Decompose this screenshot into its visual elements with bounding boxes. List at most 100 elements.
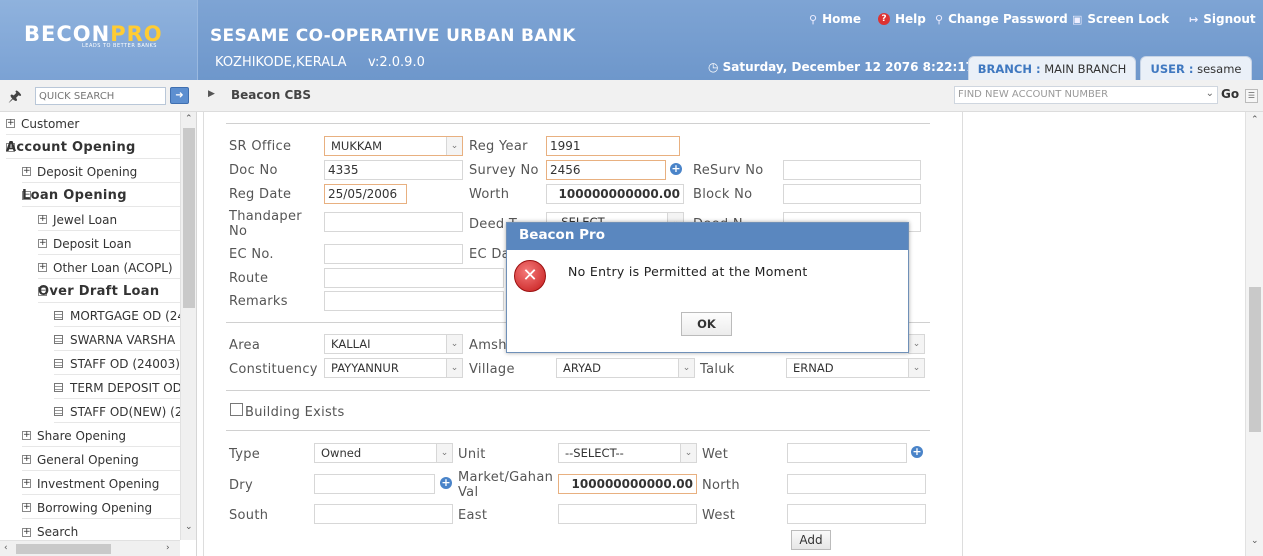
user-tab[interactable]: USER : sesame — [1140, 56, 1252, 80]
expand-icon[interactable]: + — [22, 527, 31, 537]
expand-icon[interactable]: + — [22, 503, 31, 512]
dry-input[interactable] — [314, 474, 435, 494]
sidebar-item-deposit-loan[interactable]: + Deposit Loan — [38, 233, 180, 255]
remarks-input[interactable] — [324, 291, 504, 311]
sidebar-item-staff-od[interactable]: STAFF OD (24003) — [54, 353, 180, 375]
reg-date-label: Reg Date — [229, 187, 292, 202]
scrollbar-thumb[interactable] — [1249, 287, 1261, 432]
account-search-select[interactable]: FIND NEW ACCOUNT NUMBER ⌄ — [954, 86, 1218, 104]
sidebar-item-loan-opening[interactable]: − Loan Opening — [22, 185, 180, 207]
sidebar-horizontal-scrollbar[interactable]: ‹ › — [0, 540, 180, 556]
sidebar-item-staff-od-new[interactable]: STAFF OD(NEW) (2 — [54, 401, 180, 423]
sidebar-item-term-deposit-od[interactable]: TERM DEPOSIT OD — [54, 377, 180, 399]
sidebar-item-over-draft-loan[interactable]: − Over Draft Loan — [38, 281, 180, 303]
expand-icon[interactable]: + — [22, 431, 31, 440]
ec-date-label: EC Da — [469, 247, 510, 262]
sidebar-item-other-loan[interactable]: + Other Loan (ACOPL) — [38, 257, 180, 279]
scrollbar-thumb[interactable] — [183, 128, 195, 308]
reg-year-input[interactable]: 1991 — [546, 136, 680, 156]
worth-input[interactable]: 100000000000.00 — [546, 184, 684, 204]
dialog-message: No Entry is Permitted at the Moment — [568, 264, 808, 279]
alert-dialog: Beacon Pro ✕ No Entry is Permitted at th… — [506, 222, 909, 353]
screen-lock-link[interactable]: ▣ Screen Lock — [1072, 12, 1169, 26]
scroll-down-icon[interactable]: ⌄ — [1251, 536, 1259, 546]
south-label: South — [229, 508, 269, 523]
sr-office-select[interactable]: MUKKAM ⌄ — [324, 136, 463, 156]
sidebar-item-customer[interactable]: + Customer — [6, 113, 180, 135]
divider — [226, 430, 930, 431]
west-input[interactable] — [787, 504, 926, 524]
expand-icon[interactable]: + — [38, 263, 47, 272]
scroll-down-icon[interactable]: ⌄ — [185, 522, 193, 532]
reg-date-input[interactable]: 25/05/2006 — [324, 184, 407, 204]
resurv-no-label: ReSurv No — [693, 163, 764, 178]
block-no-label: Block No — [693, 187, 753, 202]
survey-no-input[interactable]: 2456 — [546, 160, 666, 180]
survey-no-label: Survey No — [469, 163, 539, 178]
quick-search-button[interactable]: ➜ — [170, 87, 189, 104]
wet-input[interactable] — [787, 443, 907, 463]
constituency-select[interactable]: PAYYANNUR ⌄ — [324, 358, 463, 378]
doc-no-input[interactable]: 4335 — [324, 160, 463, 180]
route-input[interactable] — [324, 268, 504, 288]
area-select[interactable]: KALLAI ⌄ — [324, 334, 463, 354]
sidebar-item-jewel-loan[interactable]: + Jewel Loan — [38, 209, 180, 231]
chevron-down-icon: ⌄ — [908, 359, 924, 377]
resurv-no-input[interactable] — [783, 160, 921, 180]
sidebar-item-deposit-opening[interactable]: + Deposit Opening — [22, 161, 180, 183]
sidebar-item-general-opening[interactable]: + General Opening — [22, 449, 180, 471]
sidebar-item-share-opening[interactable]: + Share Opening — [22, 425, 180, 447]
branch-tab[interactable]: BRANCH : MAIN BRANCH — [968, 56, 1136, 80]
scroll-up-icon[interactable]: ⌃ — [1251, 115, 1259, 125]
divider — [226, 390, 930, 391]
main-vertical-scrollbar[interactable]: ⌃ ⌄ — [1245, 112, 1263, 556]
sidebar-item-borrowing-opening[interactable]: + Borrowing Opening — [22, 497, 180, 519]
wet-label: Wet — [702, 447, 729, 462]
add-dry-icon[interactable]: + — [440, 477, 452, 489]
scrollbar-thumb[interactable] — [16, 544, 111, 554]
north-input[interactable] — [787, 474, 926, 494]
thandaper-no-label: Thandaper No — [229, 209, 302, 239]
doc-no-label: Doc No — [229, 163, 278, 178]
sidebar-vertical-scrollbar[interactable]: ⌃ ⌄ — [180, 112, 196, 540]
expand-icon[interactable]: + — [38, 239, 47, 248]
taluk-select[interactable]: ERNAD ⌄ — [786, 358, 925, 378]
expand-icon[interactable]: + — [22, 167, 31, 176]
help-link[interactable]: ? Help — [878, 12, 926, 26]
type-select[interactable]: Owned ⌄ — [314, 443, 453, 463]
village-select[interactable]: ARYAD ⌄ — [556, 358, 695, 378]
east-label: East — [458, 508, 488, 523]
expand-icon[interactable]: + — [38, 215, 47, 224]
sidebar-item-swarna-varsha[interactable]: SWARNA VARSHA — [54, 329, 180, 351]
change-password-link[interactable]: ⚲ Change Password — [935, 12, 1068, 26]
add-wet-icon[interactable]: + — [911, 446, 923, 458]
sidebar-item-investment-opening[interactable]: + Investment Opening — [22, 473, 180, 495]
south-input[interactable] — [314, 504, 453, 524]
building-exists-checkbox[interactable] — [230, 403, 243, 416]
menu-icon[interactable]: ☰ — [1245, 89, 1258, 103]
go-button[interactable]: Go — [1221, 87, 1239, 101]
scroll-up-icon[interactable]: ⌃ — [185, 114, 193, 124]
market-val-input[interactable]: 100000000000.00 — [558, 474, 697, 494]
amsham-select-edge[interactable]: ⌄ — [908, 334, 925, 354]
scroll-left-icon[interactable]: ‹ — [4, 543, 8, 553]
add-survey-icon[interactable]: + — [670, 163, 682, 175]
expand-icon[interactable]: + — [6, 119, 15, 128]
unit-select[interactable]: --SELECT-- ⌄ — [558, 443, 697, 463]
thandaper-no-input[interactable] — [324, 212, 463, 232]
pin-icon[interactable]: 🖈 — [8, 86, 22, 111]
ok-button[interactable]: OK — [681, 312, 732, 336]
quick-search-input[interactable] — [35, 87, 166, 105]
expand-icon[interactable]: + — [22, 455, 31, 464]
logo: BECONPRO LEADS TO BETTER BANKS — [0, 0, 198, 80]
sidebar-item-mortgage-od[interactable]: MORTGAGE OD (24 — [54, 305, 180, 327]
signout-link[interactable]: ↦ Signout — [1189, 12, 1256, 26]
block-no-input[interactable] — [783, 184, 921, 204]
ec-no-input[interactable] — [324, 244, 463, 264]
expand-icon[interactable]: + — [22, 479, 31, 488]
scroll-right-icon[interactable]: › — [166, 543, 170, 553]
east-input[interactable] — [558, 504, 697, 524]
home-link[interactable]: ⚲ Home — [809, 12, 861, 26]
add-button[interactable]: Add — [791, 530, 831, 550]
sidebar-item-account-opening[interactable]: − Account Opening — [6, 137, 180, 159]
